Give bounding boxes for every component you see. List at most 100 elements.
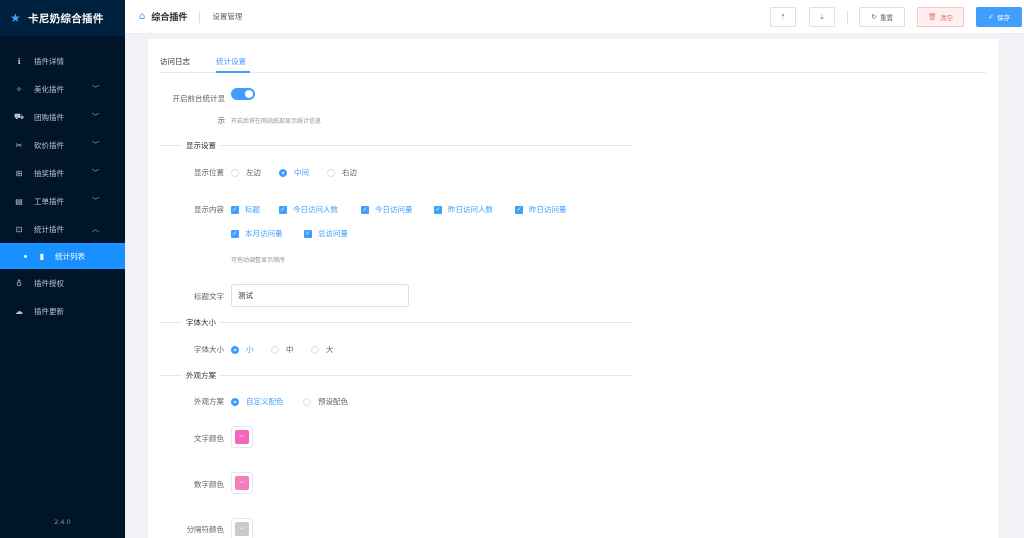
license-icon: ♁ <box>16 278 22 288</box>
sidebar-item-bargain[interactable]: ✂ 砍价插件 ﹀ <box>0 131 125 159</box>
font-small-radio[interactable]: 小 <box>231 344 254 355</box>
content-checkbox-title[interactable]: ✓ 标题 <box>231 204 260 215</box>
star-logo-icon: ★ <box>10 11 22 25</box>
checkbox-label: 昨日访问人数 <box>448 205 493 214</box>
sidebar-item-label: 统计插件 <box>34 224 64 234</box>
checkbox-label: 总访问量 <box>318 229 348 238</box>
chevron-down-icon: ﹀ <box>238 480 245 488</box>
content-checkbox-today-views[interactable]: ✓ 今日访问量 <box>361 204 413 215</box>
enable-hint: 开启后将在网站底部显示统计信息 <box>231 118 322 125</box>
sidebar-nav: ℹ 插件详情 ✧ 美化插件 ﹀ ⛟ 团购插件 ﹀ ✂ 砍价插件 ﹀ ⊞ 抽奖插件… <box>0 47 125 325</box>
info-icon: ℹ <box>17 56 21 66</box>
sidebar: ★ 卡尼奶综合插件 ℹ 插件详情 ✧ 美化插件 ﹀ ⛟ 团购插件 ﹀ ✂ 砍价插… <box>0 0 125 538</box>
radio-circle <box>303 397 311 406</box>
scissors-icon: ✂ <box>15 140 23 150</box>
sidebar-item-label: 插件授权 <box>34 278 64 288</box>
sidebar-item-license[interactable]: ♁ 插件授权 <box>0 269 125 297</box>
sidebar-item-label: 抽奖插件 <box>34 168 64 178</box>
content-checkbox-yesterday-views[interactable]: ✓ 昨日访问量 <box>515 204 567 215</box>
bar-chart-icon: ▮ <box>39 251 45 261</box>
trash-icon: 🗑 <box>928 13 937 21</box>
sidebar-item-ticket[interactable]: ▤ 工单插件 ﹀ <box>0 187 125 215</box>
brand: ★ 卡尼奶综合插件 <box>0 0 125 36</box>
content-checkbox-today-visitors[interactable]: ✓ 今日访问人数 <box>279 204 338 215</box>
chevron-down-icon: ﹀ <box>238 434 245 442</box>
check-icon: ✓ <box>988 13 994 21</box>
enable-label-line2: 示 <box>217 116 226 125</box>
radio-label: 中 <box>286 345 294 354</box>
font-large-radio[interactable]: 大 <box>311 344 334 355</box>
upload-button[interactable]: ⇡ <box>770 7 796 27</box>
tab-bar: 访问日志 统计设置 <box>160 53 986 73</box>
checkbox-label: 本月访问量 <box>245 229 283 238</box>
font-size-label: 字体大小 <box>194 345 224 354</box>
chevron-down-icon: ﹀ <box>92 113 99 121</box>
content-checkbox-yesterday-visitors[interactable]: ✓ 昨日访问人数 <box>434 204 493 215</box>
title-text-input[interactable]: 测试 <box>231 284 409 307</box>
enable-stats-toggle[interactable] <box>231 88 255 100</box>
checkbox-box: ✓ <box>304 229 312 238</box>
sidebar-item-lottery[interactable]: ⊞ 抽奖插件 ﹀ <box>0 159 125 187</box>
sidebar-item-plugin-details[interactable]: ℹ 插件详情 <box>0 47 125 75</box>
position-label: 显示位置 <box>194 168 224 177</box>
content-checkbox-month-views[interactable]: ✓ 本月访问量 <box>231 228 283 239</box>
top-header: ⌂ 综合插件 设置管理 ⇡ ⇣ ↻ 重置 🗑 清空 ✓ 保存 <box>125 0 1024 34</box>
number-color-picker[interactable]: ﹀ <box>231 472 253 494</box>
tab-stats-settings[interactable]: 统计设置 <box>216 56 246 67</box>
separator-color-picker[interactable]: ﹀ <box>231 518 253 538</box>
sidebar-item-stats[interactable]: ⊡ 统计插件 ︿ <box>0 215 125 243</box>
display-section-title: 显示设置 <box>182 140 220 151</box>
clear-button[interactable]: 🗑 清空 <box>917 7 964 27</box>
settings-card: 访问日志 统计设置 开启前台统计显 示 开启后将在网站底部显示统计信息 显示设置… <box>148 39 998 538</box>
gift-icon: ⊞ <box>15 168 23 178</box>
position-center-radio[interactable]: 中间 <box>279 167 309 178</box>
position-left-radio[interactable]: 左边 <box>231 167 261 178</box>
chevron-down-icon: ﹀ <box>92 197 99 205</box>
sidebar-item-stats-list[interactable]: ▮ 统计列表 <box>0 243 125 269</box>
checkbox-label: 今日访问人数 <box>293 205 338 214</box>
number-color-swatch: ﹀ <box>235 476 249 490</box>
title-text-label: 标题文字 <box>194 292 224 301</box>
reset-button[interactable]: ↻ 重置 <box>859 7 905 27</box>
bullet-dot <box>24 254 27 258</box>
content-hint: 可拖动调整显示顺序 <box>231 257 286 264</box>
app-name: 卡尼奶综合插件 <box>28 12 104 25</box>
sidebar-item-label: 插件更新 <box>34 306 64 316</box>
radio-circle <box>231 345 239 354</box>
download-button[interactable]: ⇣ <box>809 7 835 27</box>
version-label: 2.4.0 <box>54 518 71 526</box>
theme-custom-radio[interactable]: 自定义配色 <box>231 396 284 407</box>
checkbox-box: ✓ <box>515 205 523 214</box>
checkbox-box: ✓ <box>361 205 369 214</box>
sidebar-item-update[interactable]: ☁ 插件更新 <box>0 297 125 325</box>
theme-section-title: 外观方案 <box>182 370 220 381</box>
checkbox-label: 昨日访问量 <box>529 205 567 214</box>
font-section-title: 字体大小 <box>182 317 220 328</box>
font-medium-radio[interactable]: 中 <box>271 344 294 355</box>
text-color-picker[interactable]: ﹀ <box>231 426 253 448</box>
save-button[interactable]: ✓ 保存 <box>976 7 1022 27</box>
checkbox-label: 标题 <box>245 205 260 214</box>
theme-preset-radio[interactable]: 预设配色 <box>303 396 348 407</box>
radio-label: 预设配色 <box>318 397 348 406</box>
tab-access-log[interactable]: 访问日志 <box>160 56 190 67</box>
magic-icon: ✧ <box>15 84 23 94</box>
theme-label: 外观方案 <box>194 397 224 406</box>
sidebar-item-beautify[interactable]: ✧ 美化插件 ﹀ <box>0 75 125 103</box>
home-icon[interactable]: ⌂ <box>139 11 145 22</box>
checkbox-box: ✓ <box>231 205 239 214</box>
chevron-up-icon: ︿ <box>92 225 99 233</box>
sidebar-item-label: 统计列表 <box>55 251 85 261</box>
page-title: 综合插件 <box>151 13 188 23</box>
chevron-down-icon: ﹀ <box>92 85 99 93</box>
breadcrumb-current: 设置管理 <box>212 12 243 21</box>
save-label: 保存 <box>996 14 1010 22</box>
cloud-icon: ☁ <box>15 306 23 316</box>
header-divider <box>847 10 848 24</box>
radio-circle <box>327 168 335 177</box>
content-checkbox-total-views[interactable]: ✓ 总访问量 <box>304 228 348 239</box>
radio-label: 小 <box>246 345 254 354</box>
sidebar-item-group-buy[interactable]: ⛟ 团购插件 ﹀ <box>0 103 125 131</box>
position-right-radio[interactable]: 右边 <box>327 167 357 178</box>
radio-circle <box>311 345 319 354</box>
